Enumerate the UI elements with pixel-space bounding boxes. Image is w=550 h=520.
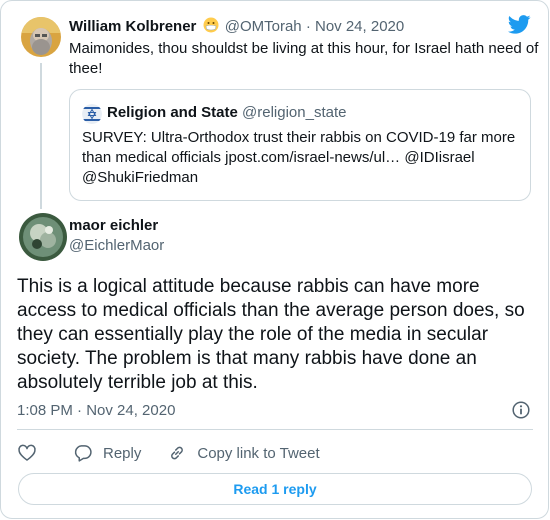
mask-face-emoji xyxy=(203,17,219,33)
parent-handle[interactable]: @OMTorah xyxy=(225,18,302,35)
star-of-david-icon xyxy=(82,104,102,124)
parent-tweet-header: William Kolbrener @OMTorah · Nov 24, 202… xyxy=(69,17,404,35)
quoted-handle[interactable]: @religion_state xyxy=(242,104,346,121)
divider xyxy=(17,429,533,430)
meta-separator: · xyxy=(305,18,311,35)
main-author-avatar[interactable] xyxy=(19,213,67,261)
read-replies-button[interactable]: Read 1 reply xyxy=(18,473,532,505)
reply-label: Reply xyxy=(103,444,142,462)
heart-icon xyxy=(18,444,36,461)
quoted-tweet-header: Religion and State @religion_state xyxy=(107,104,346,121)
main-tweet-timestamp[interactable]: 1:08 PM · Nov 24, 2020 xyxy=(17,402,175,419)
quoted-tweet-card[interactable]: Religion and State @religion_state SURVE… xyxy=(69,89,531,201)
main-author-handle[interactable]: @EichlerMaor xyxy=(69,237,164,254)
main-author-name[interactable]: maor eichler xyxy=(69,217,158,234)
twitter-bird-icon[interactable] xyxy=(507,15,531,39)
reply-icon xyxy=(74,445,92,462)
main-tweet-text: This is a logical attitude because rabbi… xyxy=(17,276,525,393)
link-icon xyxy=(171,446,184,460)
parent-date[interactable]: Nov 24, 2020 xyxy=(315,18,404,35)
parent-author-name[interactable]: William Kolbrener xyxy=(69,18,196,35)
thread-connector-line xyxy=(40,63,42,209)
copy-link-label: Copy link to Tweet xyxy=(197,444,320,462)
tweet-embed-card: William Kolbrener @OMTorah · Nov 24, 202… xyxy=(0,0,549,519)
like-button[interactable] xyxy=(17,443,37,463)
info-icon[interactable] xyxy=(512,401,530,424)
tweet-actions-bar: Reply Copy link to Tweet xyxy=(17,441,320,465)
quoted-author-name[interactable]: Religion and State xyxy=(107,104,238,121)
quoted-tweet-text: SURVEY: Ultra-Orthodox trust their rabbi… xyxy=(82,129,516,186)
copy-link-button[interactable]: Copy link to Tweet xyxy=(167,443,320,463)
parent-author-avatar[interactable] xyxy=(21,17,61,57)
reply-button[interactable]: Reply xyxy=(73,443,141,463)
parent-tweet-text: Maimonides, thou shouldst be living at t… xyxy=(69,40,539,77)
